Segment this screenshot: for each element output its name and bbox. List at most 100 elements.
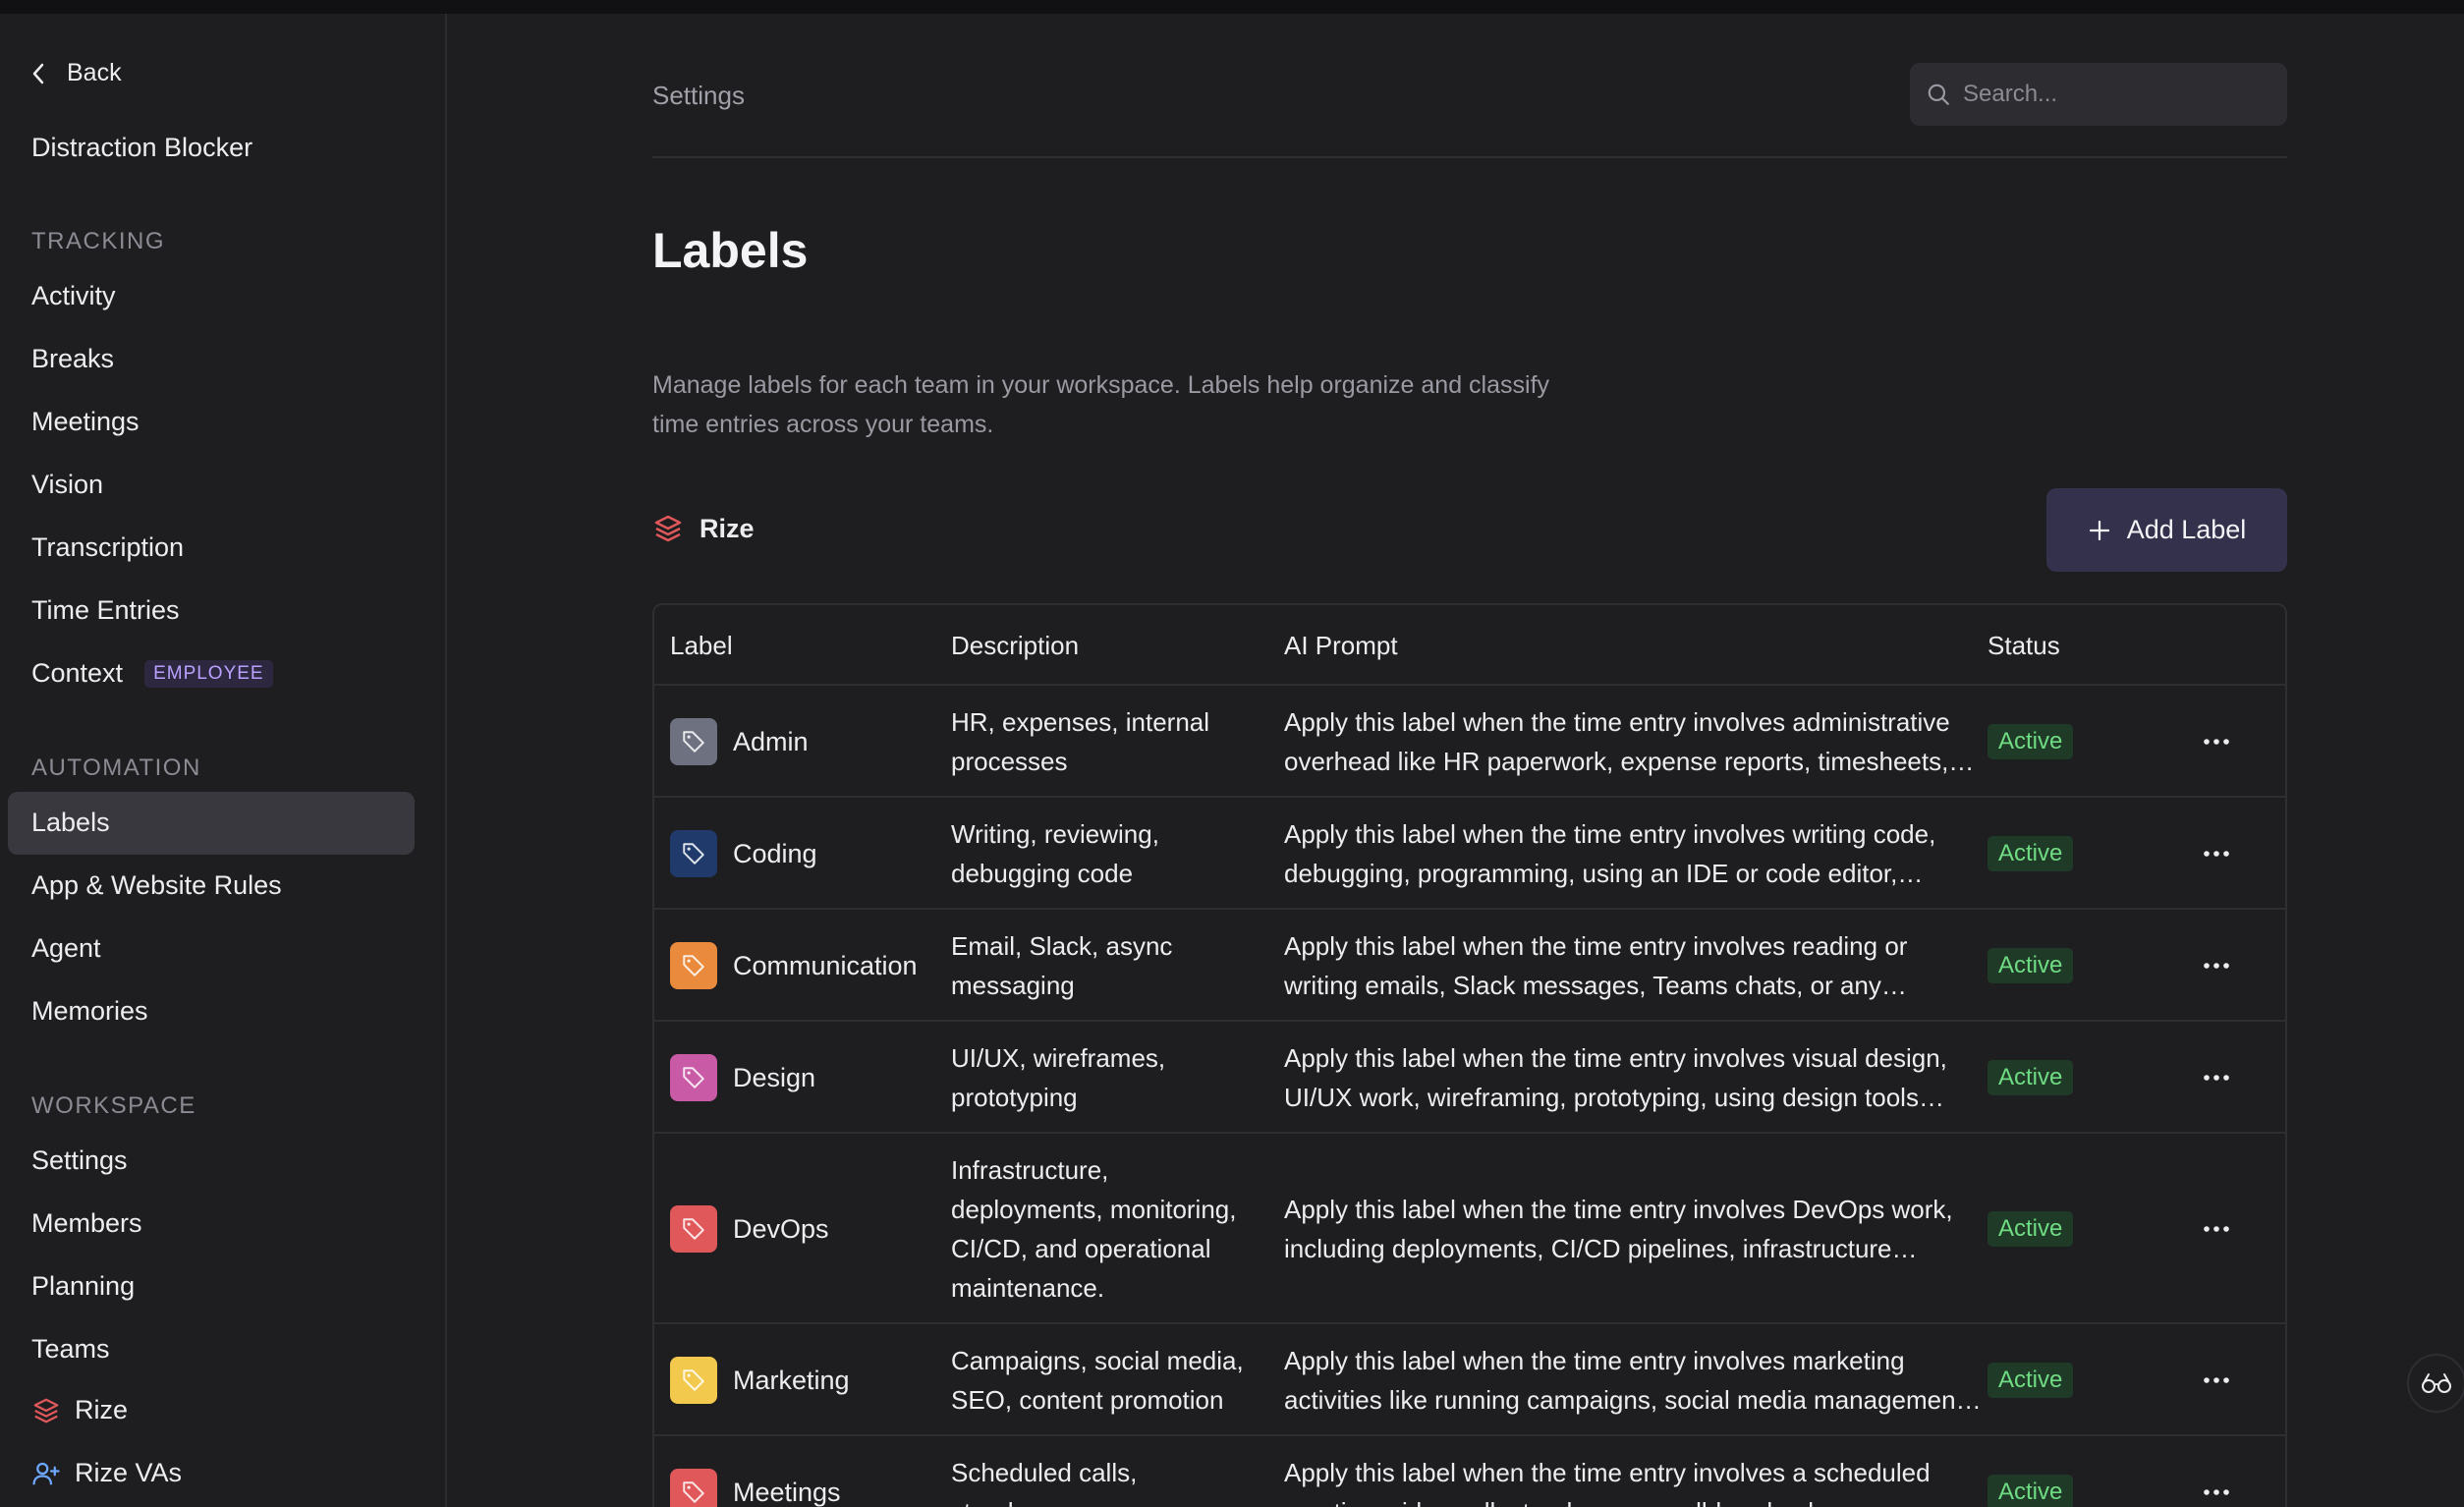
sidebar-item-breaks[interactable]: Breaks	[31, 344, 114, 374]
sidebar-item-labels[interactable]: Labels	[31, 808, 110, 838]
more-horizontal-icon	[2204, 1226, 2229, 1232]
ai-prompt-line: Apply this label when the time entry inv…	[1284, 707, 1950, 737]
ai-prompt-line: activities like running campaigns, socia…	[1284, 1385, 1982, 1415]
glasses-button[interactable]	[2407, 1354, 2464, 1413]
row-more-button[interactable]	[2197, 1482, 2236, 1502]
glasses-icon	[2422, 1373, 2451, 1393]
table-row[interactable]: Communication Email, Slack, async messagi…	[654, 910, 2285, 1022]
sidebar-item-planning[interactable]: Planning	[31, 1271, 135, 1302]
more-horizontal-icon	[2204, 963, 2229, 969]
more-horizontal-icon	[2204, 1489, 2229, 1495]
section-workspace: WORKSPACE	[31, 1092, 196, 1119]
section-tracking: TRACKING	[31, 228, 166, 254]
team-header: Rize	[652, 513, 755, 544]
table-row[interactable]: DevOps Infrastructure, deployments, monit…	[654, 1134, 2285, 1324]
status-badge: Active	[1988, 1211, 2074, 1247]
label-name: Admin	[733, 727, 809, 756]
section-automation: AUTOMATION	[31, 754, 201, 781]
label-cell: Meetings	[670, 1469, 841, 1507]
label-description: Scheduled calls, standups, syncs	[951, 1458, 1138, 1507]
sidebar-item-meetings[interactable]: Meetings	[31, 407, 140, 437]
ai-prompt-line: meeting, video call, standup, sync, all-…	[1284, 1492, 1972, 1507]
table-header: Label Description AI Prompt Status	[654, 605, 2285, 686]
back-button[interactable]: Back	[31, 59, 122, 87]
ai-prompt: Apply this label when the time entry inv…	[1284, 702, 1975, 781]
sidebar-item-label: Rize	[75, 1395, 129, 1424]
ai-prompt: Apply this label when the time entry inv…	[1284, 1341, 1982, 1420]
row-more-button[interactable]	[2197, 732, 2236, 752]
sidebar-item-context[interactable]: Context EMPLOYEE	[31, 658, 273, 689]
label-cell: DevOps	[670, 1205, 829, 1253]
row-more-button[interactable]	[2197, 1219, 2236, 1239]
chevron-left-icon	[32, 63, 44, 84]
ai-prompt-line: Apply this label when the time entry inv…	[1284, 1195, 1953, 1224]
sidebar-item-rize-vas[interactable]: Rize VAs	[31, 1458, 182, 1488]
table-row[interactable]: Design UI/UX, wireframes, prototyping Appl…	[654, 1022, 2285, 1134]
sidebar-item-label: Context	[31, 658, 124, 688]
sidebar-item-app-website-rules[interactable]: App & Website Rules	[31, 870, 282, 901]
sidebar-item-vision[interactable]: Vision	[31, 470, 103, 500]
employee-badge: EMPLOYEE	[144, 659, 273, 688]
team-name: Rize	[700, 513, 755, 543]
add-label-button[interactable]: Add Label	[2046, 488, 2287, 572]
tag-icon	[670, 942, 717, 989]
table-row[interactable]: Admin HR, expenses, internal processes App…	[654, 686, 2285, 798]
sidebar-item-activity[interactable]: Activity	[31, 281, 116, 311]
row-more-button[interactable]	[2197, 1068, 2236, 1088]
status-badge: Active	[1988, 836, 2074, 871]
sidebar-item-rize[interactable]: Rize	[31, 1395, 128, 1425]
more-horizontal-icon	[2204, 851, 2229, 857]
table-row[interactable]: Meetings Scheduled calls, standups, syncs…	[654, 1436, 2285, 1507]
sidebar-item-label: Rize VAs	[75, 1458, 183, 1487]
label-name: Coding	[733, 839, 817, 868]
column-header-label: Label	[670, 631, 733, 660]
sidebar-item-distraction-blocker[interactable]: Distraction Blocker	[31, 133, 252, 163]
label-description: Infrastructure, deployments, monitoring,…	[951, 1155, 1237, 1303]
sidebar-item-members[interactable]: Members	[31, 1208, 142, 1239]
sidebar-item-time-entries[interactable]: Time Entries	[31, 595, 180, 626]
ai-prompt: Apply this label when the time entry inv…	[1284, 1190, 1972, 1268]
search-box[interactable]	[1910, 63, 2287, 126]
label-description: HR, expenses, internal processes	[951, 707, 1210, 776]
table-row[interactable]: Marketing Campaigns, social media, SEO, c…	[654, 1324, 2285, 1436]
sidebar-item-settings[interactable]: Settings	[31, 1145, 128, 1176]
status-badge: Active	[1988, 948, 2074, 983]
ai-prompt: Apply this label when the time entry inv…	[1284, 1038, 1972, 1117]
user-plus-icon	[31, 1459, 61, 1488]
sidebar: Back Distraction Blocker TRACKING Activi…	[0, 14, 447, 1507]
tag-icon	[670, 1357, 717, 1404]
label-cell: Coding	[670, 830, 817, 877]
row-more-button[interactable]	[2197, 956, 2236, 976]
sidebar-item-teams[interactable]: Teams	[31, 1334, 110, 1365]
label-name: Communication	[733, 951, 918, 980]
sidebar-item-transcription[interactable]: Transcription	[31, 532, 184, 563]
sidebar-item-agent[interactable]: Agent	[31, 933, 101, 964]
row-more-button[interactable]	[2197, 844, 2236, 864]
ai-prompt-line: Apply this label when the time entry inv…	[1284, 1346, 1905, 1375]
layers-icon	[31, 1396, 61, 1425]
page-title: Labels	[652, 223, 809, 278]
ai-prompt-line: overhead like HR paperwork, expense repo…	[1284, 747, 1975, 776]
table-row[interactable]: Coding Writing, reviewing, debugging code…	[654, 798, 2285, 910]
label-description: Writing, reviewing, debugging code	[951, 819, 1159, 888]
label-description: Campaigns, social media, SEO, content pr…	[951, 1346, 1244, 1415]
sidebar-item-memories[interactable]: Memories	[31, 996, 148, 1027]
plus-icon	[2089, 520, 2109, 540]
label-name: Marketing	[733, 1366, 850, 1395]
label-description: Email, Slack, async messaging	[951, 931, 1173, 1000]
ai-prompt: Apply this label when the time entry inv…	[1284, 926, 1972, 1005]
tag-icon	[670, 1205, 717, 1253]
ai-prompt-line: Apply this label when the time entry inv…	[1284, 1458, 1931, 1487]
ai-prompt-line: writing emails, Slack messages, Teams ch…	[1284, 971, 1907, 1000]
ai-prompt-line: Apply this label when the time entry inv…	[1284, 819, 1936, 849]
label-name: Design	[733, 1063, 816, 1092]
column-header-status: Status	[1988, 631, 2060, 660]
ai-prompt-line: UI/UX work, wireframing, prototyping, us…	[1284, 1083, 1944, 1112]
column-header-ai-prompt: AI Prompt	[1284, 631, 1398, 660]
ai-prompt-line: including deployments, CI/CD pipelines, …	[1284, 1234, 1918, 1263]
tag-icon	[670, 1054, 717, 1101]
row-more-button[interactable]	[2197, 1370, 2236, 1390]
ai-prompt-line: Apply this label when the time entry inv…	[1284, 931, 1908, 961]
search-input[interactable]	[1963, 81, 2258, 108]
breadcrumb[interactable]: Settings	[652, 81, 745, 111]
